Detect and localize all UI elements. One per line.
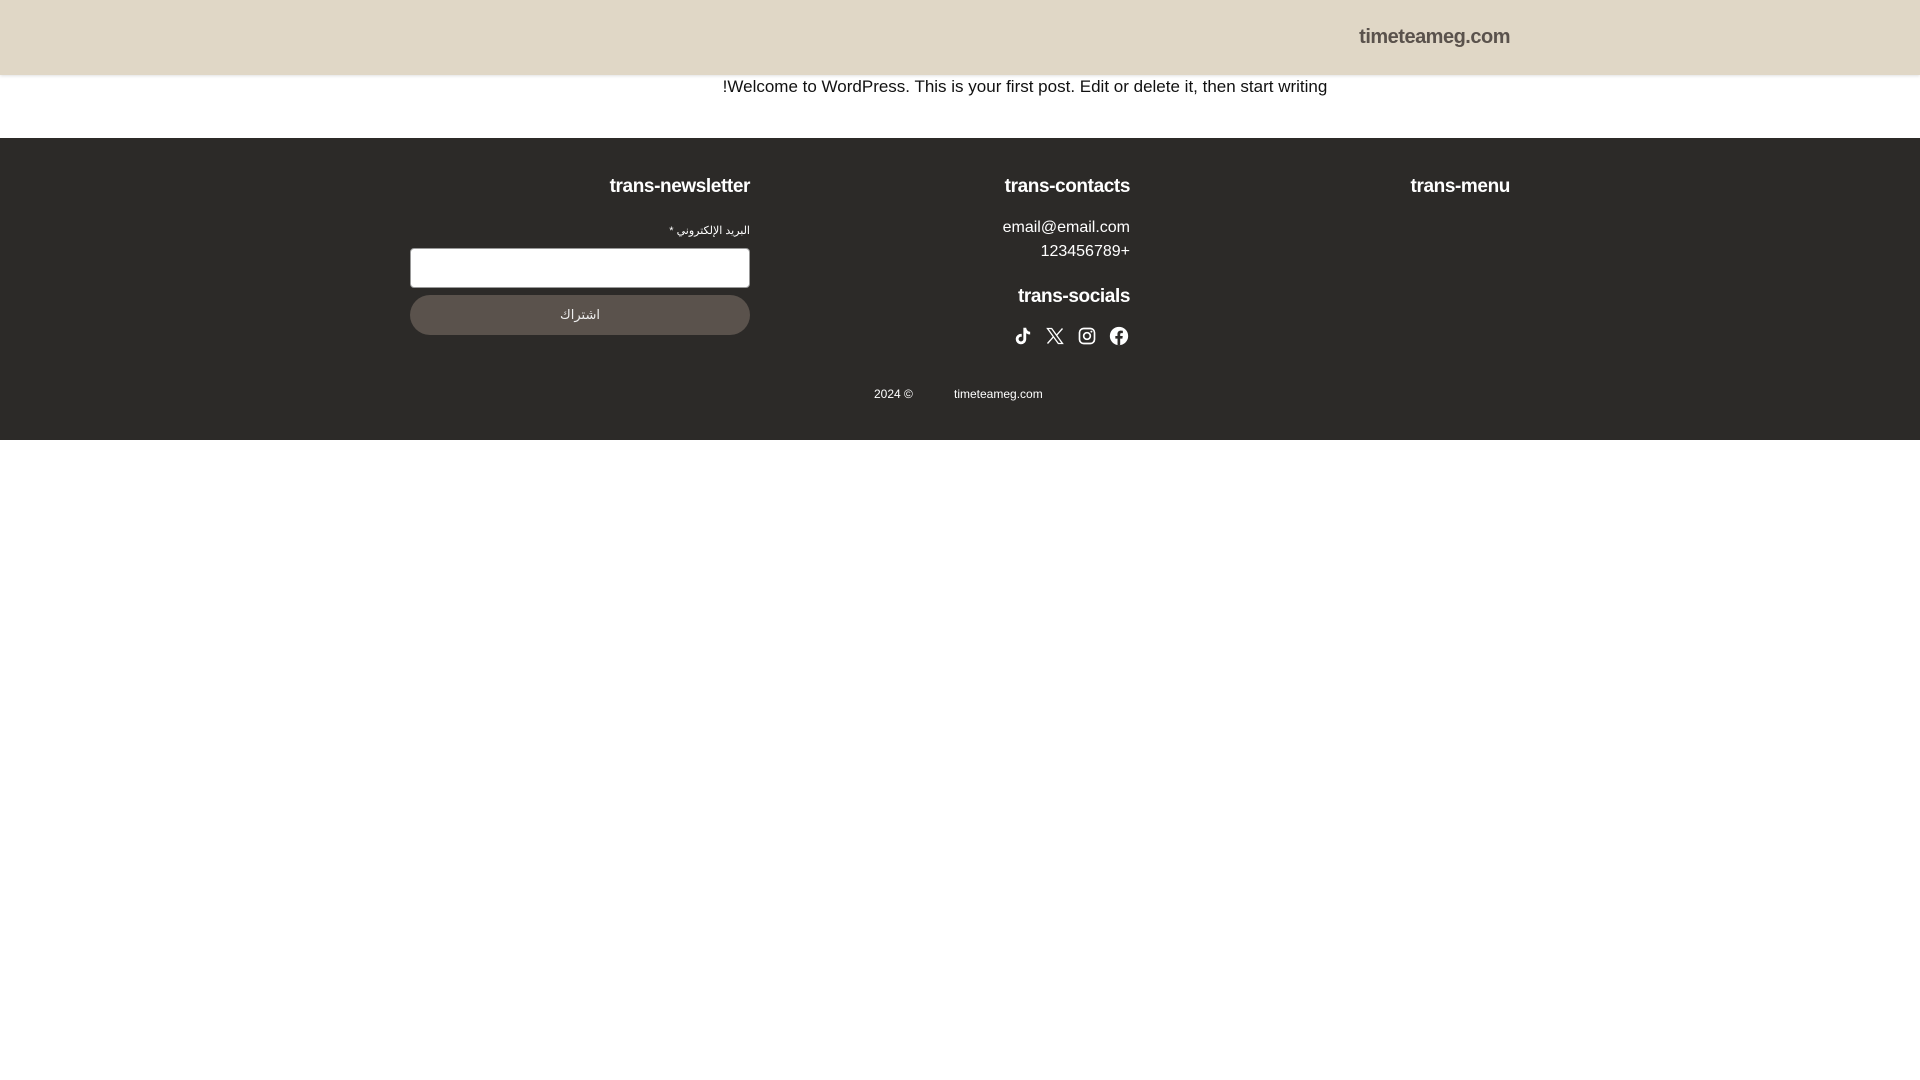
newsletter-heading: trans-newsletter	[609, 176, 751, 197]
socials-heading: trans-socials	[1017, 286, 1130, 307]
social-icons	[1012, 325, 1130, 347]
newsletter-email-input[interactable]	[410, 248, 750, 288]
site-title-link[interactable]: timeteameg.com	[1359, 26, 1510, 49]
contact-email[interactable]: email@email.com	[1003, 219, 1130, 237]
contact-phone[interactable]: 123456789+	[1041, 243, 1130, 261]
menu-heading: trans-menu	[1410, 176, 1511, 197]
site-header: timeteameg.com	[0, 0, 1920, 75]
copyright-year: 2024 ©	[874, 387, 913, 401]
email-label: البريد الإلكتروني *	[669, 225, 750, 237]
facebook-icon[interactable]	[1108, 325, 1130, 347]
post-excerpt: !Welcome to WordPress. This is your firs…	[722, 77, 1328, 96]
subscribe-button[interactable]: اشتراك	[410, 295, 750, 335]
instagram-icon[interactable]	[1076, 325, 1098, 347]
tiktok-icon[interactable]	[1012, 325, 1034, 347]
copyright-site[interactable]: timeteameg.com	[954, 387, 1043, 401]
site-footer: trans-newsletter البريد الإلكتروني * اشت…	[0, 138, 1920, 440]
contacts-heading: trans-contacts	[1004, 176, 1131, 197]
newsletter-section: trans-newsletter البريد الإلكتروني * اشت…	[410, 138, 750, 338]
x-icon[interactable]	[1044, 325, 1066, 347]
